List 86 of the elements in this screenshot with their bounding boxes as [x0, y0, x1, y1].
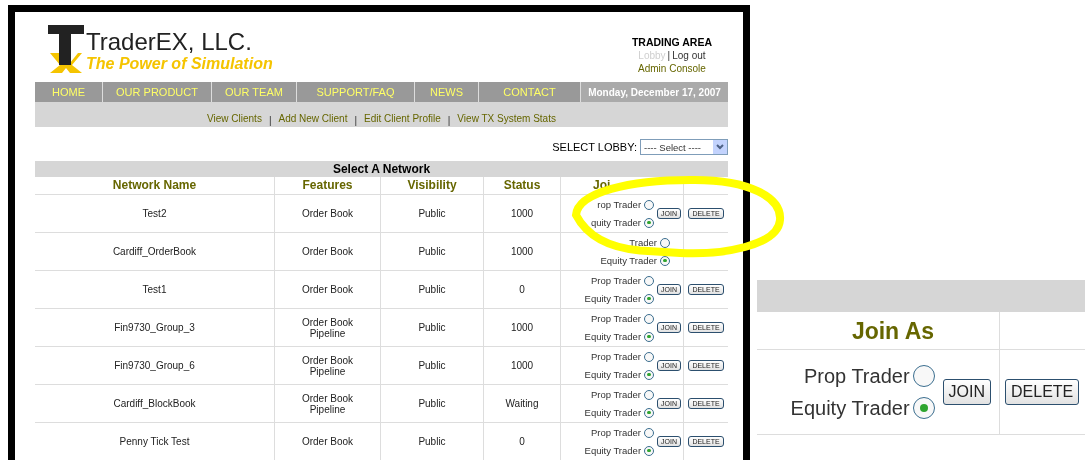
table-cell: Public	[381, 233, 484, 271]
radio-button[interactable]	[644, 407, 655, 418]
radio-label: Equity Trader	[584, 407, 642, 418]
table-cell: Public	[381, 271, 484, 309]
table-cell: Test2	[35, 195, 275, 233]
area-title: TRADING AREA	[631, 36, 712, 49]
column-header: Status	[484, 177, 561, 195]
radio-button[interactable]	[644, 369, 655, 380]
table-cell: Public	[381, 195, 484, 233]
table-cell: Order Book	[275, 233, 381, 271]
radio-label: Prop Trader	[590, 313, 642, 324]
column-header: Features	[275, 177, 381, 195]
lobby-select[interactable]: ---- Select ----	[640, 139, 728, 155]
logo-icon	[48, 25, 84, 73]
account-link[interactable]: Log out	[672, 49, 706, 62]
dropdown-icon	[713, 140, 727, 154]
separator: |	[354, 115, 358, 126]
radio-label: Equity Trader	[584, 445, 642, 456]
table-cell: 0	[484, 423, 561, 460]
lobby-label: SELECT LOBBY:	[552, 141, 637, 153]
radio-button[interactable]	[644, 427, 655, 438]
table-cell: Penny Tick Test	[35, 423, 275, 460]
radio-label: Equity Trader	[584, 331, 642, 342]
sub-nav-link[interactable]: Edit Client Profile	[364, 112, 441, 126]
separator: |	[667, 49, 671, 62]
radio-label: Prop Trader	[590, 351, 642, 362]
radio-button[interactable]	[644, 217, 655, 228]
sub-nav-link[interactable]: View Clients	[207, 112, 262, 126]
separator: |	[268, 115, 272, 126]
column-header: Network Name	[35, 177, 275, 195]
table-cell: Cardiff_OrderBook	[35, 233, 275, 271]
tagline: The Power of Simulation	[86, 55, 273, 73]
table-cell: Fin9730_Group_3	[35, 309, 275, 347]
company-name: TraderEX, LLC.	[86, 29, 253, 55]
table-cell: Order Book Pipeline	[275, 309, 381, 347]
radio-label: Equity Trader	[600, 255, 657, 266]
radio-label: Prop Trader	[803, 366, 910, 386]
table-cell: 1000	[484, 233, 561, 271]
separator: |	[447, 115, 451, 126]
radio-label: Prop Trader	[590, 427, 642, 438]
radio-button[interactable]	[644, 445, 655, 456]
radio-label: Equity Trader	[584, 293, 642, 304]
table-cell: 0	[484, 271, 561, 309]
delete-button[interactable]: DELETE	[1005, 379, 1080, 405]
table-cell: Public	[381, 309, 484, 347]
radio-label: rop Trader	[597, 199, 642, 210]
table-cell: Public	[381, 423, 484, 460]
date-label: Monday, December 17, 2007	[581, 82, 728, 102]
radio-button[interactable]	[644, 199, 655, 210]
table-cell: Cardiff_BlockBook	[35, 385, 275, 423]
table-cell: Order Book	[275, 195, 381, 233]
table-title: Select A Network	[35, 161, 728, 177]
join-button[interactable]: JOIN	[942, 379, 991, 405]
table-cell: Order Book	[275, 423, 381, 460]
radio-button[interactable]	[644, 275, 655, 286]
radio-button[interactable]	[660, 255, 670, 266]
radio-button[interactable]	[644, 293, 655, 304]
table-cell: Fin9730_Group_6	[35, 347, 275, 385]
table-cell: Test1	[35, 271, 275, 309]
radio-button[interactable]	[912, 365, 935, 387]
radio-label: Equity Trader	[790, 398, 910, 418]
sub-nav-link[interactable]: View TX System Stats	[457, 112, 556, 126]
radio-label: Prop Trader	[590, 275, 642, 286]
table-cell: 1000	[484, 195, 561, 233]
radio-label: quity Trader	[590, 217, 642, 228]
table-cell: 1000	[484, 309, 561, 347]
radio-label: Prop Trader	[590, 389, 642, 400]
radio-button[interactable]	[644, 331, 655, 342]
radio-label: Equity Trader	[584, 369, 642, 380]
radio-button[interactable]	[644, 351, 655, 362]
admin-link[interactable]: Admin Console	[638, 62, 706, 75]
table-cell: Public	[381, 347, 484, 385]
radio-button[interactable]	[644, 389, 655, 400]
radio-button[interactable]	[644, 313, 655, 324]
table-cell: Order Book Pipeline	[275, 347, 381, 385]
radio-button[interactable]	[912, 397, 935, 419]
table-cell: Order Book	[275, 271, 381, 309]
table-cell: Order Book Pipeline	[275, 385, 381, 423]
table-cell: Waiting	[484, 385, 561, 423]
table-cell: Public	[381, 385, 484, 423]
radio-label: Trader	[629, 237, 657, 248]
column-header: Join As	[757, 312, 1000, 350]
radio-button[interactable]	[660, 237, 670, 248]
column-header: Visibility	[381, 177, 484, 195]
table-cell: 1000	[484, 347, 561, 385]
sub-nav-link[interactable]: Add New Client	[278, 112, 348, 126]
